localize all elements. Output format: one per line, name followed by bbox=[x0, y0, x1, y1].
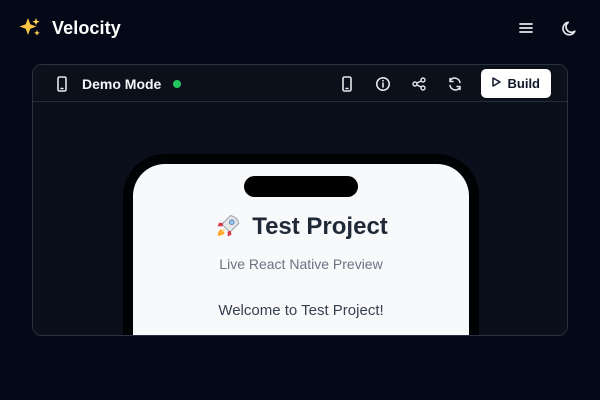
menu-icon[interactable] bbox=[516, 18, 536, 38]
phone-notch bbox=[244, 176, 358, 197]
share-icon[interactable] bbox=[409, 74, 429, 94]
rocket-icon bbox=[214, 212, 242, 240]
app-title: Velocity bbox=[52, 17, 121, 38]
mode-title: Demo Mode bbox=[82, 76, 162, 92]
panel-toolbar: Demo Mode Build bbox=[33, 65, 567, 102]
moon-icon[interactable] bbox=[560, 18, 580, 38]
header-actions bbox=[516, 18, 580, 38]
project-title: Test Project bbox=[252, 213, 388, 240]
brand: Velocity bbox=[18, 16, 121, 40]
welcome-message: Welcome to Test Project! bbox=[218, 302, 384, 319]
preview-panel: Demo Mode Build Test Project Live React … bbox=[32, 64, 568, 336]
app-window: Velocity Demo Mode Build Test Project Li… bbox=[0, 0, 600, 400]
device-icon[interactable] bbox=[337, 74, 357, 94]
app-header: Velocity bbox=[0, 0, 600, 56]
build-button[interactable]: Build bbox=[480, 69, 551, 98]
play-icon bbox=[490, 76, 502, 91]
phone-icon bbox=[52, 74, 72, 94]
info-icon[interactable] bbox=[373, 74, 393, 94]
status-indicator bbox=[173, 80, 182, 88]
project-heading: Test Project bbox=[133, 213, 469, 241]
build-label: Build bbox=[507, 76, 541, 91]
preview-subtitle: Live React Native Preview bbox=[219, 256, 383, 272]
refresh-icon[interactable] bbox=[445, 74, 465, 94]
device-preview-area: Test Project Live React Native Preview W… bbox=[33, 102, 567, 335]
phone-frame: Test Project Live React Native Preview W… bbox=[123, 154, 479, 335]
sparkles-icon bbox=[18, 16, 42, 40]
phone-screen: Test Project Live React Native Preview W… bbox=[133, 164, 469, 335]
mode-indicator: Demo Mode bbox=[52, 74, 182, 94]
toolbar-actions: Build bbox=[337, 69, 551, 98]
